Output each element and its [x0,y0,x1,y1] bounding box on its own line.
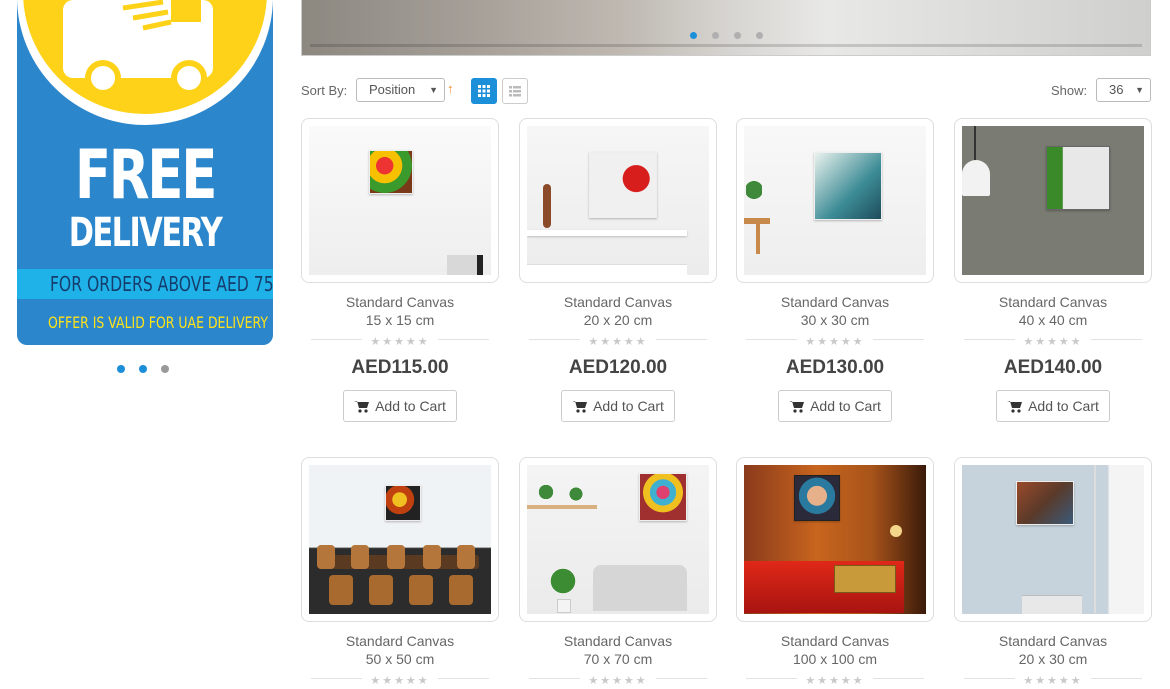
product-size: 70 x 70 cm [583,651,653,667]
product-rating: ★★★★★ [944,671,1162,688]
promo-offer-text: OFFER IS VALID FOR UAE DELIVERY [48,313,268,332]
promo-threshold-text: FOR ORDERS ABOVE AED 750 [49,272,273,296]
add-to-cart-label: Add to Cart [810,398,881,414]
product-size: 40 x 40 cm [1018,312,1088,328]
show-select[interactable]: 36 ▼ [1096,78,1151,102]
product-image[interactable] [736,118,934,283]
cart-icon [1007,401,1023,413]
product-rating: ★★★★★ [726,332,944,349]
product-name[interactable]: Standard Canvas [509,293,727,311]
promo-dot-1[interactable] [117,365,125,373]
add-to-cart-button[interactable]: Add to Cart [996,390,1110,422]
product-size: 30 x 30 cm [800,312,870,328]
product-rating: ★★★★★ [944,332,1162,349]
star-rating-icon: ★★★★★ [1015,674,1091,688]
show-select-value: 36 [1109,82,1124,97]
hero-dot-4[interactable] [756,32,763,39]
promo-carousel-dots [117,365,169,373]
product-card: Standard Canvas 50 x 50 cm ★★★★★ [291,457,509,688]
hero-carousel-dots [690,32,763,39]
product-rating: ★★★★★ [509,671,727,688]
add-to-cart-label: Add to Cart [593,398,664,414]
sort-select[interactable]: Position ▼ [356,78,445,102]
product-rating: ★★★★★ [291,671,509,688]
product-card: Standard Canvas 20 x 30 cm ★★★★★ [944,457,1162,688]
sort-select-value: Position [369,82,416,97]
star-rating-icon: ★★★★★ [1015,335,1091,349]
star-rating-icon: ★★★★★ [797,674,873,688]
add-to-cart-button[interactable]: Add to Cart [343,390,457,422]
product-name[interactable]: Standard Canvas [291,293,509,311]
product-rating: ★★★★★ [726,671,944,688]
star-rating-icon: ★★★★★ [580,674,656,688]
product-name[interactable]: Standard Canvas [726,632,944,650]
product-name[interactable]: Standard Canvas [944,632,1162,650]
product-size: 100 x 100 cm [792,651,878,667]
product-price: AED120.00 [568,357,668,378]
star-rating-icon: ★★★★★ [362,335,438,349]
chevron-down-icon: ▼ [1135,85,1144,95]
product-price: AED130.00 [785,357,885,378]
product-image[interactable] [736,457,934,622]
hero-dot-3[interactable] [734,32,741,39]
product-card: Standard Canvas 100 x 100 cm ★★★★★ [726,457,944,688]
product-price: AED140.00 [1003,357,1103,378]
product-name[interactable]: Standard Canvas [291,632,509,650]
promo-dot-3[interactable] [161,365,169,373]
star-rating-icon: ★★★★★ [362,674,438,688]
chevron-down-icon: ▼ [429,85,438,95]
promo-offer-note: OFFER IS VALID FOR UAE DELIVERY [17,312,273,334]
grid-icon [478,85,490,97]
add-to-cart-button[interactable]: Add to Cart [561,390,675,422]
promo-threshold-band: FOR ORDERS ABOVE AED 750 [17,269,273,299]
product-image[interactable] [954,457,1152,622]
list-icon [509,86,521,97]
cart-icon [572,401,588,413]
promo-dot-2[interactable] [139,365,147,373]
delivery-truck-icon [63,0,213,95]
product-card: Standard Canvas 40 x 40 cm ★★★★★ AED140.… [944,118,1162,422]
product-image[interactable] [301,118,499,283]
add-to-cart-label: Add to Cart [375,398,446,414]
cart-icon [354,401,370,413]
product-name[interactable]: Standard Canvas [944,293,1162,311]
product-card: Standard Canvas 30 x 30 cm ★★★★★ AED130.… [726,118,944,422]
product-size: 15 x 15 cm [365,312,435,328]
product-size: 20 x 30 cm [1018,651,1088,667]
product-size: 20 x 20 cm [583,312,653,328]
catalog-toolbar: Sort By: Position ▼ ↑ Show: 36 ▼ [301,78,1151,104]
free-delivery-promo[interactable]: FREE DELIVERY FOR ORDERS ABOVE AED 750 O… [17,0,273,345]
product-name[interactable]: Standard Canvas [726,293,944,311]
product-size: 50 x 50 cm [365,651,435,667]
promo-delivery-text: DELIVERY [68,210,223,256]
grid-view-button[interactable] [471,78,497,104]
cart-icon [789,401,805,413]
product-image[interactable] [519,457,717,622]
product-price: AED115.00 [351,357,449,378]
product-name[interactable]: Standard Canvas [509,632,727,650]
product-rating: ★★★★★ [509,332,727,349]
product-image[interactable] [301,457,499,622]
product-card: Standard Canvas 70 x 70 cm ★★★★★ [509,457,727,688]
sort-direction-icon[interactable]: ↑ [447,81,454,96]
show-label: Show: [1051,83,1088,98]
star-rating-icon: ★★★★★ [797,335,873,349]
star-rating-icon: ★★★★★ [580,335,656,349]
sort-by-label: Sort By: [301,83,348,98]
product-image[interactable] [519,118,717,283]
add-to-cart-label: Add to Cart [1028,398,1099,414]
hero-dot-1[interactable] [690,32,697,39]
product-card: Standard Canvas 15 x 15 cm ★★★★★ AED115.… [291,118,509,422]
product-image[interactable] [954,118,1152,283]
promo-free-text: FREE [74,136,218,215]
product-card: Standard Canvas 20 x 20 cm ★★★★★ AED120.… [509,118,727,422]
hero-dot-2[interactable] [712,32,719,39]
product-rating: ★★★★★ [291,332,509,349]
list-view-button[interactable] [502,78,528,104]
add-to-cart-button[interactable]: Add to Cart [778,390,892,422]
hero-banner[interactable] [301,0,1151,56]
